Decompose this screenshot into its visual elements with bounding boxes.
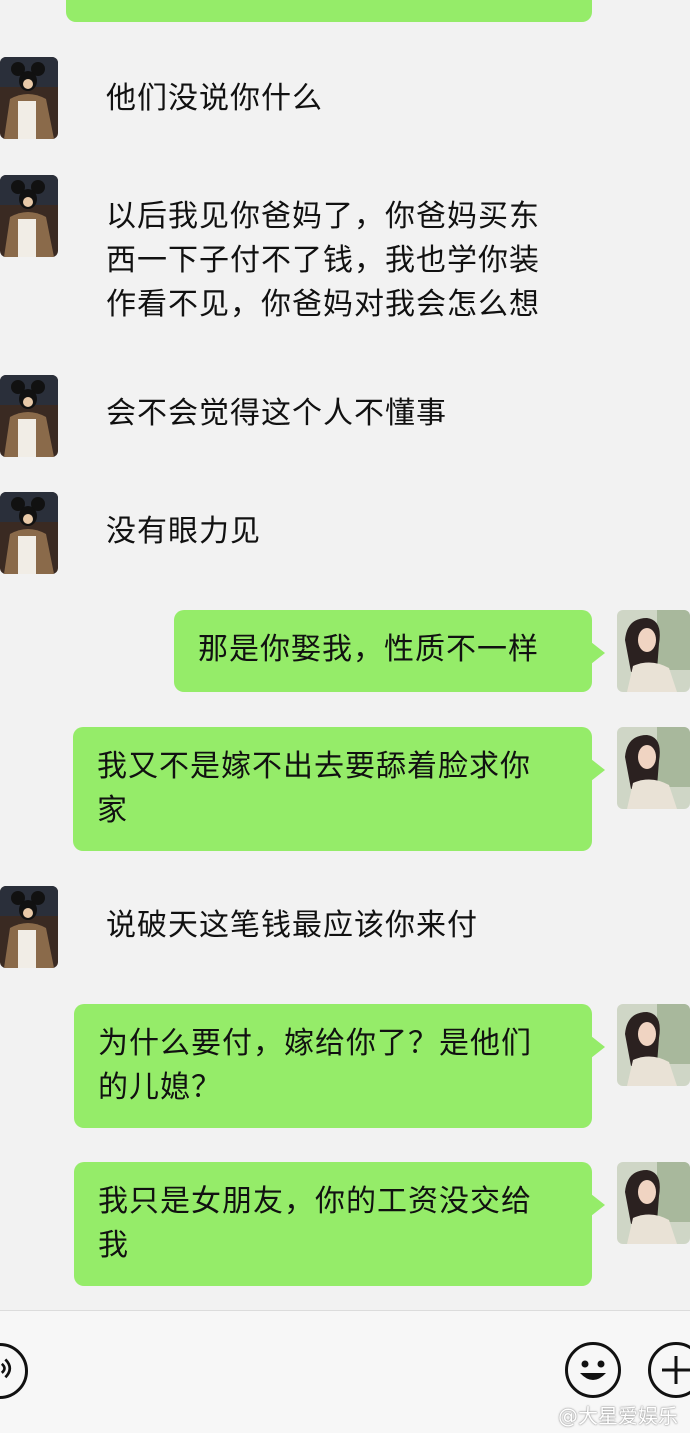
received-message[interactable]: 他们没说你什么: [92, 77, 337, 121]
contact-avatar[interactable]: [0, 886, 58, 968]
contact-avatar[interactable]: [0, 492, 58, 574]
chat-area: 他们没说你什么 以后我见你爸妈了，你爸妈买东 西一下子付不了钱，我也学你装 作看…: [0, 0, 690, 1310]
mickey-avatar-icon: [0, 175, 58, 257]
sent-message-bubble[interactable]: 我又不是嫁不出去要舔着脸求你 家: [73, 727, 605, 851]
message-line: 我又不是嫁不出去要舔着脸求你: [97, 749, 531, 784]
message-line: 家: [97, 793, 128, 828]
mickey-avatar-icon: [0, 57, 58, 139]
contact-avatar[interactable]: [0, 57, 58, 139]
received-message[interactable]: 以后我见你爸妈了，你爸妈买东 西一下子付不了钱，我也学你装 作看不见，你爸妈对我…: [92, 195, 554, 327]
self-avatar[interactable]: [617, 1162, 690, 1244]
plus-icon[interactable]: [648, 1342, 690, 1398]
input-bar: @大星爱娱乐: [0, 1310, 690, 1433]
self-avatar[interactable]: [617, 727, 690, 809]
message-line: 作看不见，你爸妈对我会怎么想: [106, 287, 540, 322]
emoji-icon[interactable]: [565, 1342, 621, 1398]
mickey-avatar-icon: [0, 492, 58, 574]
message-line: 以后我见你爸妈了，你爸妈买东: [106, 199, 540, 234]
mickey-avatar-icon: [0, 886, 58, 968]
self-avatar[interactable]: [617, 610, 690, 692]
woman-avatar-icon: [617, 610, 690, 692]
woman-avatar-icon: [617, 1004, 690, 1086]
message-line: 的儿媳？: [98, 1070, 222, 1105]
voice-icon[interactable]: [0, 1343, 28, 1399]
received-message[interactable]: 没有眼力见: [92, 510, 275, 554]
self-avatar[interactable]: [617, 1004, 690, 1086]
woman-avatar-icon: [617, 727, 690, 809]
contact-avatar[interactable]: [0, 175, 58, 257]
woman-avatar-icon: [617, 1162, 690, 1244]
message-line: 我只是女朋友，你的工资没交给: [98, 1184, 532, 1219]
watermark: @大星爱娱乐: [558, 1404, 678, 1428]
sent-message-bubble[interactable]: 为什么要付，嫁给你了？是他们 的儿媳？: [74, 1004, 605, 1128]
message-line: 为什么要付，嫁给你了？是他们: [98, 1026, 532, 1061]
message-line: 我: [98, 1228, 129, 1263]
message-line: 西一下子付不了钱，我也学你装: [106, 243, 540, 278]
mickey-avatar-icon: [0, 375, 58, 457]
message-line: 那是你娶我，性质不一样: [198, 632, 539, 667]
sent-message-bubble[interactable]: 我只是女朋友，你的工资没交给 我: [74, 1162, 605, 1286]
previous-message-bubble[interactable]: [66, 0, 592, 22]
contact-avatar[interactable]: [0, 375, 58, 457]
received-message[interactable]: 会不会觉得这个人不懂事: [92, 392, 461, 436]
sent-message-bubble[interactable]: 那是你娶我，性质不一样: [174, 610, 605, 692]
received-message[interactable]: 说破天这笔钱最应该你来付: [92, 904, 492, 948]
